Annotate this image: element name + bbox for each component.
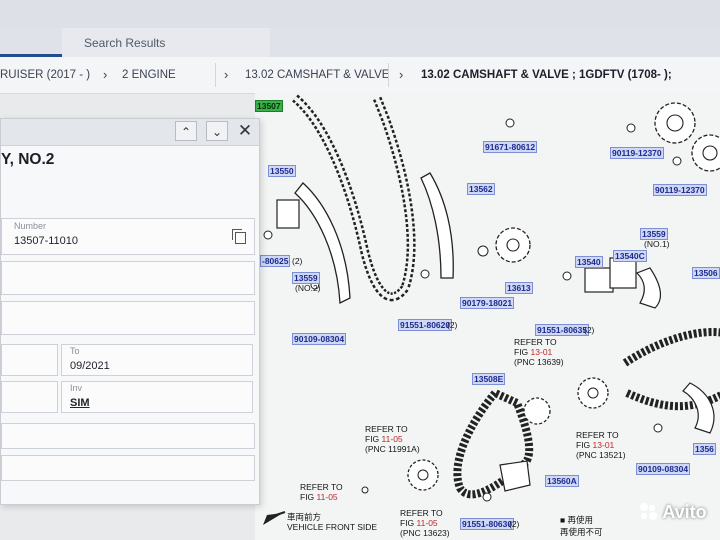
part-callout-13507[interactable]: 13507 bbox=[255, 100, 283, 112]
copy-icon[interactable] bbox=[232, 229, 246, 244]
part-callout-91671-80612[interactable]: 91671-80612 bbox=[483, 141, 538, 153]
breadcrumb-item-current: 13.02 CAMSHAFT & VALVE ; 1GDFTV (1708- )… bbox=[421, 69, 672, 81]
qty-91551-80620: (2) bbox=[447, 320, 458, 330]
part-callout-91551-80620[interactable]: 91551-80620 bbox=[398, 319, 453, 331]
part-callout-91551-80630[interactable]: 91551-80630 bbox=[460, 518, 515, 530]
reuse-legend: ■ 再使用 bbox=[560, 515, 593, 525]
part-callout-13506[interactable]: 13506 bbox=[692, 267, 720, 279]
ref-note-11-05: REFER TO FIG 11-05 bbox=[300, 482, 343, 502]
part-callout-91551-80635[interactable]: 91551-80635 bbox=[535, 324, 590, 336]
qty-80625: (2) bbox=[292, 256, 303, 266]
breadcrumb-divider bbox=[388, 63, 389, 87]
empty-field-3[interactable] bbox=[1, 423, 255, 449]
chevron-down-icon[interactable]: ⌄ bbox=[206, 121, 228, 141]
panel-title: Y, NO.2 bbox=[1, 151, 55, 168]
breadcrumb-divider bbox=[215, 63, 216, 87]
part-callout-90179-18021[interactable]: 90179-18021 bbox=[460, 297, 515, 309]
close-icon[interactable]: ✕ bbox=[235, 121, 255, 141]
part-callout-13550[interactable]: 13550 bbox=[268, 165, 296, 177]
part-callout-90119-12370-a[interactable]: 90119-12370 bbox=[610, 147, 664, 159]
chevron-right-icon: › bbox=[103, 67, 108, 82]
part-callout-13560a[interactable]: 13560A bbox=[545, 475, 579, 487]
part-callout-13540[interactable]: 13540 bbox=[575, 256, 603, 268]
qty-91551-80630: (2) bbox=[509, 519, 520, 529]
part-callout-90109-08304-b[interactable]: 90109-08304 bbox=[636, 463, 691, 475]
inv-field[interactable]: Inv SIM bbox=[61, 381, 253, 413]
tab-search-results[interactable]: Search Results bbox=[62, 28, 270, 57]
to-value: 09/2021 bbox=[70, 360, 110, 372]
ref-note-13623: REFER TO FIG 11-05 (PNC 13623) bbox=[400, 508, 450, 538]
part-detail-panel: ⌃ ⌄ ✕ Y, NO.2 Number 13507-11010 To 09/2… bbox=[0, 118, 260, 505]
qty-91551-80635: (2) bbox=[584, 325, 595, 335]
part-callout-80625[interactable]: -80625 bbox=[260, 255, 291, 267]
ref-note-13639: REFER TO FIG 13-01 (PNC 13639) bbox=[514, 337, 564, 367]
breadcrumb-item-vehicle[interactable]: RUISER (2017 - ) bbox=[0, 57, 90, 93]
part-callout-13562[interactable]: 13562 bbox=[467, 183, 495, 195]
part-callout-13561[interactable]: 1356 bbox=[693, 443, 716, 455]
inv-label: Inv bbox=[70, 383, 83, 393]
to-field[interactable]: To 09/2021 bbox=[61, 344, 253, 376]
breadcrumb-item-section[interactable]: 13.02 CAMSHAFT & VALVE bbox=[245, 57, 389, 93]
inv-value[interactable]: SIM bbox=[70, 397, 90, 409]
from-field[interactable] bbox=[1, 344, 58, 376]
avito-watermark: Avito bbox=[640, 502, 707, 523]
field-left[interactable] bbox=[1, 381, 58, 413]
number-label: Number bbox=[14, 221, 47, 231]
note-no1: (NO.1) bbox=[644, 239, 670, 249]
ref-note-13521: REFER TO FIG 13-01 (PNC 13521) bbox=[576, 430, 626, 460]
chevron-right-icon: › bbox=[224, 67, 229, 82]
empty-field-1[interactable] bbox=[1, 261, 255, 295]
vehicle-front-label-cn: 車両前方 bbox=[287, 512, 322, 522]
number-field[interactable]: Number 13507-11010 bbox=[1, 218, 255, 255]
empty-field-4[interactable] bbox=[1, 455, 255, 481]
avito-logo-icon bbox=[640, 503, 658, 521]
parts-diagram[interactable]: 13507 13550 13562 13559 (NO.2) 13613 135… bbox=[255, 93, 720, 540]
empty-field-2[interactable] bbox=[1, 301, 255, 335]
to-label: To bbox=[70, 346, 80, 356]
chevron-right-icon: › bbox=[399, 67, 404, 82]
part-callout-13613[interactable]: 13613 bbox=[505, 282, 533, 294]
vehicle-front-label: VEHICLE FRONT SIDE bbox=[287, 522, 378, 532]
part-callout-90109-08304-a[interactable]: 90109-08304 bbox=[292, 333, 347, 345]
note-no2: (NO.2) bbox=[295, 283, 321, 293]
no-reuse-legend: 再使用不可 bbox=[560, 527, 603, 537]
part-callout-90119-12370-b[interactable]: 90119-12370 bbox=[653, 184, 707, 196]
ref-note-11991a: REFER TO FIG 11-05 (PNC 11991A) bbox=[365, 424, 420, 454]
part-callout-13540c[interactable]: 13540C bbox=[613, 250, 647, 262]
part-callout-13508e[interactable]: 13508E bbox=[472, 373, 506, 385]
breadcrumb-item-engine[interactable]: 2 ENGINE bbox=[122, 57, 176, 93]
chevron-up-icon[interactable]: ⌃ bbox=[175, 121, 197, 141]
number-value: 13507-11010 bbox=[14, 235, 79, 247]
